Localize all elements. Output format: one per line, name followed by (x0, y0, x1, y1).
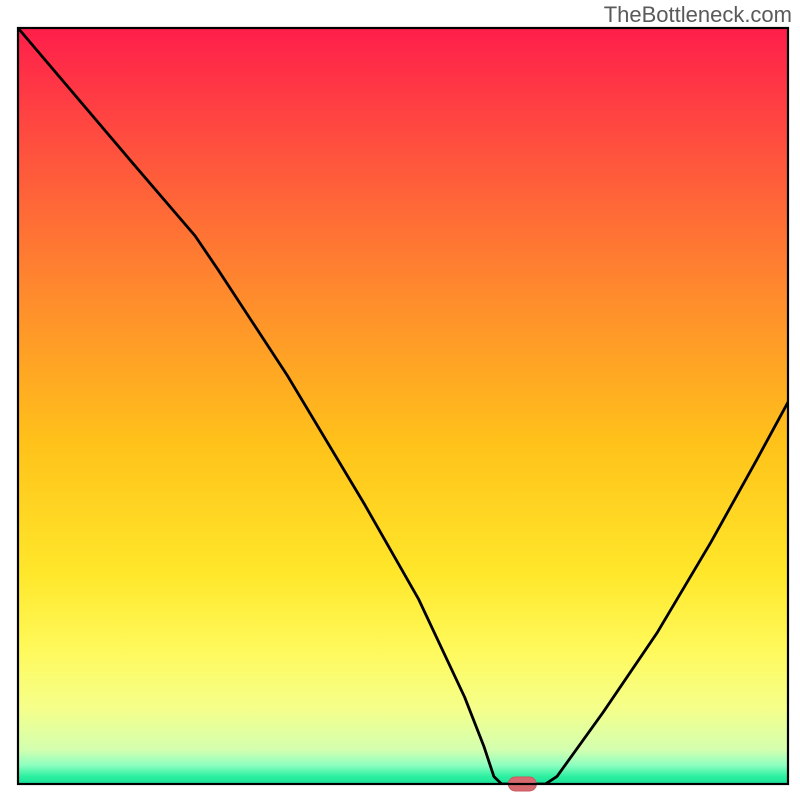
plot-area (18, 28, 788, 791)
watermark-label: TheBottleneck.com (604, 2, 792, 28)
chart-container: TheBottleneck.com (0, 0, 800, 800)
gradient-background (18, 28, 788, 784)
chart-svg (0, 0, 800, 800)
